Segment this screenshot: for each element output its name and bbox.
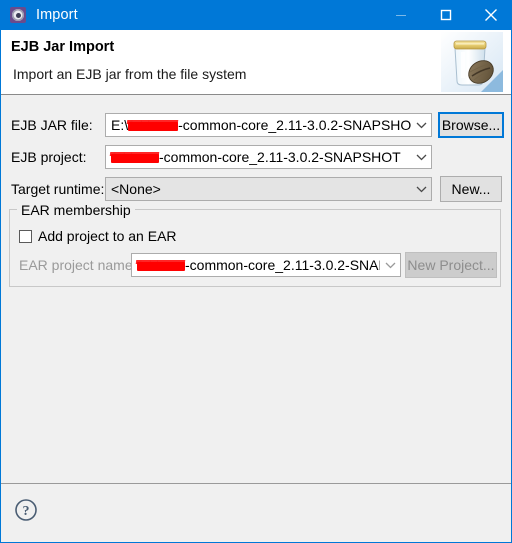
- close-button[interactable]: [468, 0, 511, 30]
- project-label: EJB project:: [11, 149, 87, 165]
- page-subtitle: Import an EJB jar from the file system: [13, 66, 247, 82]
- minimize-button[interactable]: [378, 0, 423, 30]
- target-runtime-label: Target runtime:: [11, 181, 105, 197]
- minimize-icon: [395, 15, 406, 16]
- ear-project-name-value: folder-common-core_2.11-3.0.2-SNAPSHC: [132, 257, 380, 273]
- window-controls: [378, 0, 511, 30]
- ear-project-name-combo[interactable]: folder-common-core_2.11-3.0.2-SNAPSHC: [131, 253, 401, 277]
- close-icon: [484, 9, 497, 21]
- svg-text:?: ?: [23, 504, 30, 519]
- import-gear-icon: [10, 7, 26, 23]
- browse-button[interactable]: Browse...: [438, 112, 504, 138]
- new-ear-project-button[interactable]: New Project...: [405, 252, 497, 278]
- jar-file-redaction: folder: [126, 118, 179, 133]
- dialog-footer: ? < Back Next > Finish Cancel: [1, 483, 511, 542]
- page-title: EJB Jar Import: [11, 39, 115, 55]
- ear-project-name-chevron-down-icon[interactable]: [380, 254, 400, 276]
- wizard-header: EJB Jar Import Import an EJB jar from th…: [1, 30, 511, 95]
- jar-file-value: E:\folder-common-core_2.11-3.0.2-SNAPSHO…: [106, 117, 411, 133]
- title-bar[interactable]: Import: [1, 0, 511, 30]
- import-dialog-window: Import EJB Jar Import Import an EJB jar …: [0, 0, 512, 543]
- ear-membership-group-label: EAR membership: [17, 202, 135, 218]
- add-project-to-ear-label: Add project to an EAR: [38, 228, 177, 244]
- ejb-jar-banner-icon: [441, 32, 503, 92]
- project-value: folder-common-core_2.11-3.0.2-SNAPSHOT: [106, 149, 411, 165]
- ear-project-name-label: EAR project name:: [19, 257, 137, 273]
- maximize-icon: [440, 9, 451, 21]
- jar-file-value-prefix: E:\: [111, 117, 129, 133]
- project-value-suffix: -common-core_2.11-3.0.2-SNAPSHOT: [159, 149, 401, 165]
- jar-file-value-suffix: -common-core_2.11-3.0.2-SNAPSHOT.jar: [178, 117, 411, 133]
- target-runtime-value: <None>: [111, 181, 161, 197]
- new-runtime-button[interactable]: New...: [440, 176, 502, 202]
- jar-file-combo[interactable]: E:\folder-common-core_2.11-3.0.2-SNAPSHO…: [105, 113, 432, 137]
- jar-file-chevron-down-icon[interactable]: [411, 114, 431, 136]
- jar-file-label: EJB JAR file:: [11, 117, 93, 133]
- add-project-to-ear-checkbox[interactable]: [19, 229, 32, 243]
- add-project-to-ear-checkbox-row[interactable]: Add project to an EAR: [19, 228, 177, 244]
- project-chevron-down-icon[interactable]: [411, 146, 431, 168]
- window-title: Import: [36, 7, 78, 23]
- target-runtime-chevron-down-icon[interactable]: [411, 178, 431, 200]
- wizard-body: EJB JAR file: E:\folder-common-core_2.11…: [1, 96, 511, 483]
- ear-project-name-suffix: -common-core_2.11-3.0.2-SNAPSHC: [185, 257, 380, 273]
- maximize-button[interactable]: [423, 0, 468, 30]
- target-runtime-combo[interactable]: <None>: [105, 177, 432, 201]
- help-icon[interactable]: ?: [14, 498, 38, 522]
- ear-project-name-redaction: folder: [135, 258, 186, 273]
- project-redaction: folder: [109, 150, 160, 165]
- project-combo[interactable]: folder-common-core_2.11-3.0.2-SNAPSHOT: [105, 145, 432, 169]
